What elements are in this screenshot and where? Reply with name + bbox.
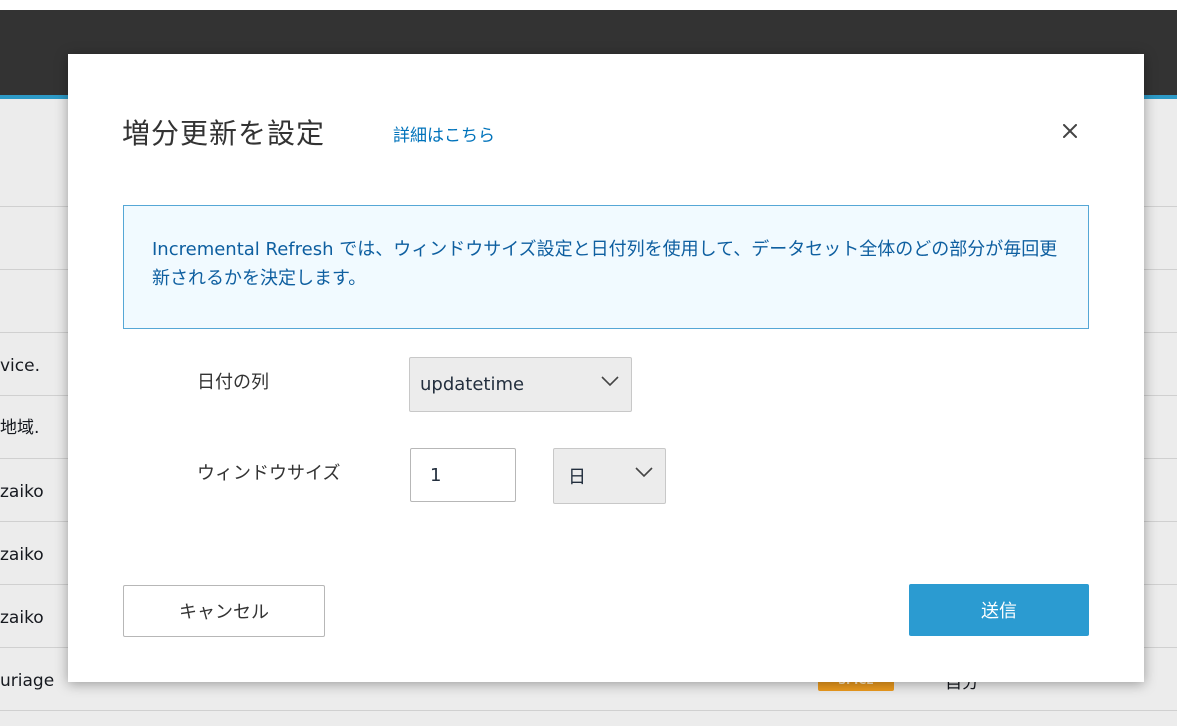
info-alert: Incremental Refresh では、ウィンドウサイズ設定と日付列を使用… xyxy=(123,205,1089,329)
learn-more-link[interactable]: 詳細はこちら xyxy=(393,124,495,148)
dialog-title: 増分更新を設定 xyxy=(122,117,326,150)
incremental-refresh-dialog: 増分更新を設定 詳細はこちら Incremental Refresh では、ウィ… xyxy=(68,54,1144,682)
window-size-input[interactable] xyxy=(410,448,516,502)
row-divider xyxy=(0,710,1177,711)
chevron-down-icon xyxy=(635,467,653,478)
info-alert-text: Incremental Refresh では、ウィンドウサイズ設定と日付列を使用… xyxy=(152,239,1058,289)
submit-button[interactable]: 送信 xyxy=(909,584,1089,636)
close-button[interactable] xyxy=(1055,116,1085,146)
window-unit-select-value: 日 xyxy=(568,467,586,488)
dataset-name[interactable]: uriage xyxy=(0,671,54,691)
window-size-label: ウィンドウサイズ xyxy=(197,463,341,484)
close-icon xyxy=(1063,124,1077,138)
date-column-label: 日付の列 xyxy=(197,372,269,393)
window-unit-select[interactable]: 日 xyxy=(553,448,666,504)
chevron-down-icon xyxy=(601,376,619,387)
dataset-name[interactable]: vice. xyxy=(0,356,40,376)
dataset-name[interactable]: 地域. xyxy=(0,418,39,438)
dataset-name[interactable]: zaiko xyxy=(0,608,44,628)
cancel-button[interactable]: キャンセル xyxy=(123,585,325,637)
dataset-name[interactable]: zaiko xyxy=(0,545,44,565)
dataset-name[interactable]: zaiko xyxy=(0,482,44,502)
date-column-select-value: updatetime xyxy=(420,374,525,395)
date-column-select[interactable]: updatetime xyxy=(409,357,632,412)
